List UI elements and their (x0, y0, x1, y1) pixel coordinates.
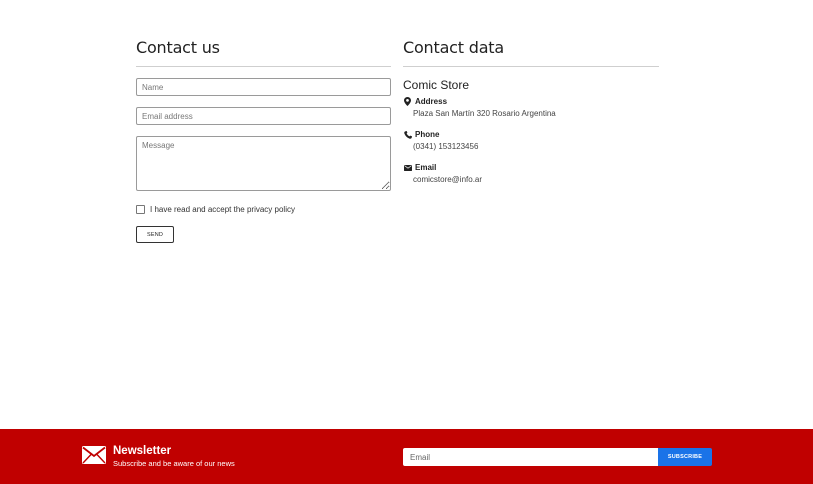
email-block: Email comicstore@info.ar (403, 162, 659, 185)
newsletter-subtitle: Subscribe and be aware of our news (113, 459, 235, 468)
message-field[interactable] (136, 136, 391, 191)
send-button[interactable]: SEND (136, 226, 174, 243)
contact-data-section: Contact data Comic Store Address Plaza S… (403, 38, 659, 185)
email-value[interactable]: comicstore@info.ar (403, 175, 659, 185)
phone-icon (403, 130, 412, 139)
newsletter-title: Newsletter (113, 445, 172, 457)
address-value: Plaza San Martín 320 Rosario Argentina (413, 109, 556, 118)
newsletter-bar: Newsletter Subscribe and be aware of our… (0, 429, 813, 484)
subscribe-button[interactable]: SUBSCRIBE (658, 448, 712, 466)
store-name: Comic Store (403, 78, 470, 92)
phone-block: Phone (0341) 153123456 (403, 129, 659, 152)
phone-label: Phone (415, 130, 440, 139)
privacy-policy-row: I have read and accept the privacy polic… (136, 203, 391, 215)
privacy-checkbox[interactable] (136, 204, 145, 214)
contact-data-title: Contact data (403, 38, 504, 57)
contact-us-title: Contact us (136, 38, 220, 57)
contact-form-section: Contact us I have read and accept the pr… (136, 38, 391, 243)
title-divider (403, 66, 659, 67)
address-block: Address Plaza San Martín 320 Rosario Arg… (403, 96, 659, 119)
envelope-icon (403, 163, 412, 172)
map-marker-icon (403, 97, 412, 106)
email-field[interactable] (136, 107, 391, 125)
envelope-icon (82, 446, 106, 464)
name-field[interactable] (136, 78, 391, 96)
privacy-label[interactable]: I have read and accept the privacy polic… (150, 205, 295, 214)
email-label: Email (415, 163, 437, 172)
phone-value: (0341) 153123456 (413, 142, 479, 151)
page: Contact us I have read and accept the pr… (0, 0, 813, 484)
title-divider (136, 66, 391, 67)
address-label: Address (415, 97, 448, 106)
newsletter-email-input[interactable] (403, 448, 658, 466)
